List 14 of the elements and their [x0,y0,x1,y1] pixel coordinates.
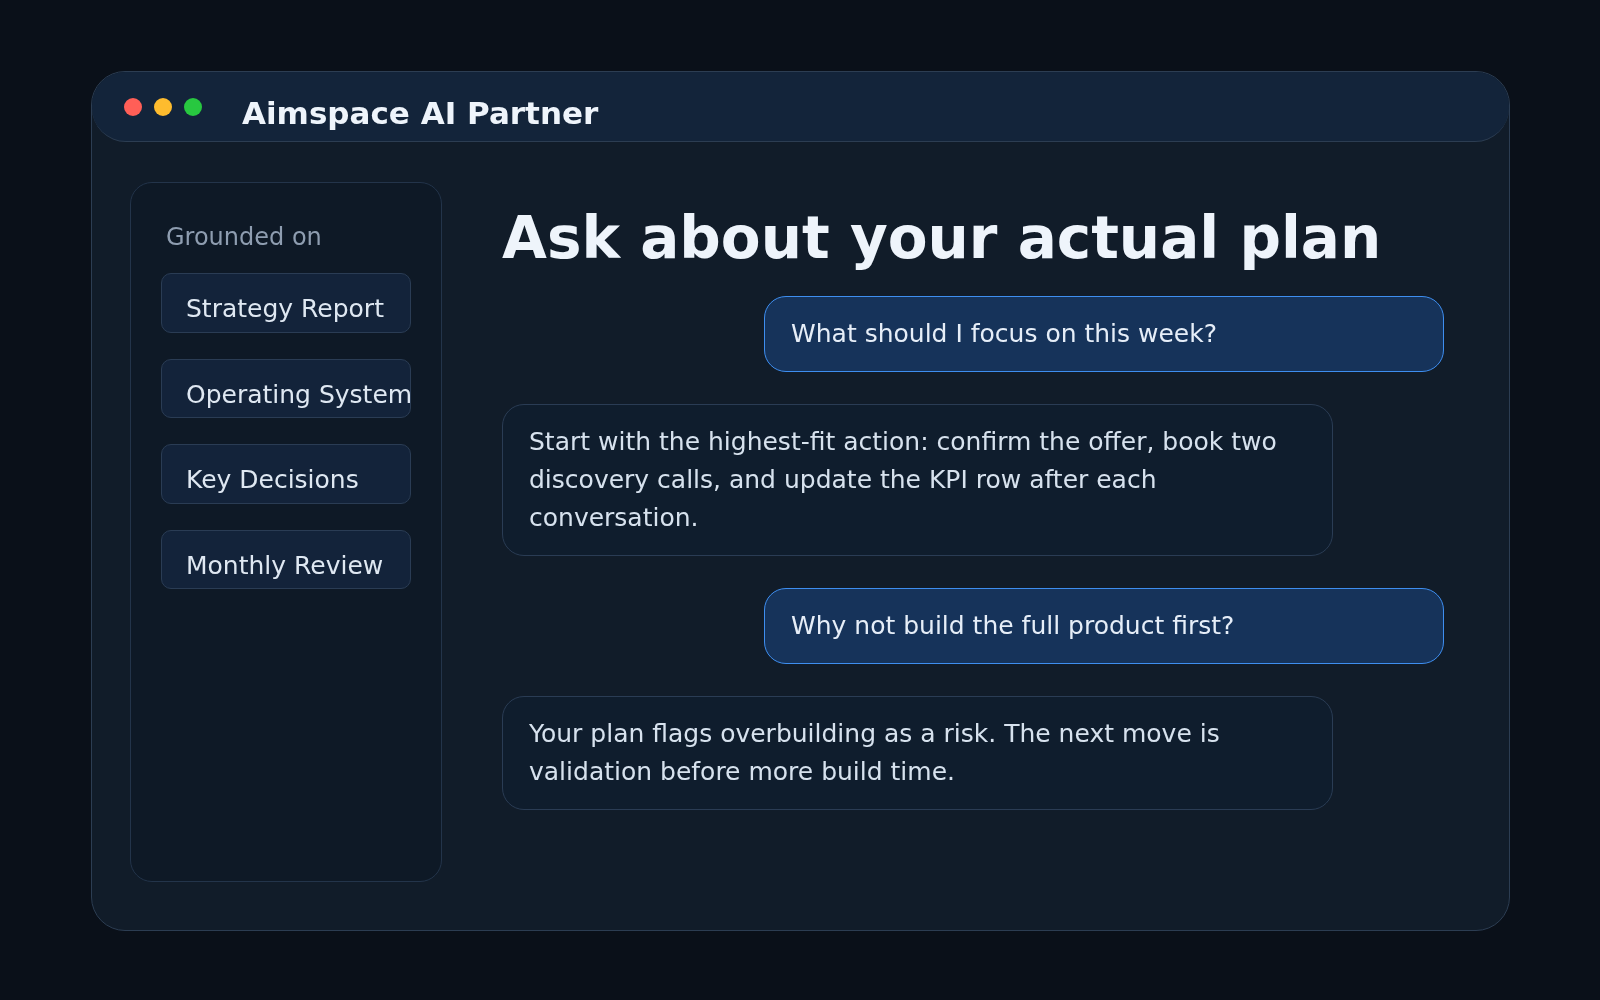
source-item[interactable]: Strategy Report [161,273,411,333]
user-message: Why not build the full product first? [764,587,1444,664]
page-heading: Ask about your actual plan [502,204,1383,274]
user-message: What should I focus on this week? [764,295,1444,372]
assistant-message: Your plan flags overbuilding as a risk. The next move is validation before more build time. [502,695,1333,810]
maximize-dot-icon[interactable] [184,97,202,116]
source-item[interactable]: Monthly Review [161,529,411,589]
window-title: Aimspace AI Partner [242,94,599,134]
close-dot-icon[interactable] [124,97,142,116]
minimize-dot-icon[interactable] [154,97,172,116]
sidebar-heading: Grounded on [166,222,323,253]
source-item[interactable]: Key Decisions [161,444,411,504]
assistant-message: Start with the highest-fit action: confirm the offer, book two discovery calls, and update the KPI row after each conversation. [502,403,1333,556]
source-item[interactable]: Operating System [161,358,411,418]
